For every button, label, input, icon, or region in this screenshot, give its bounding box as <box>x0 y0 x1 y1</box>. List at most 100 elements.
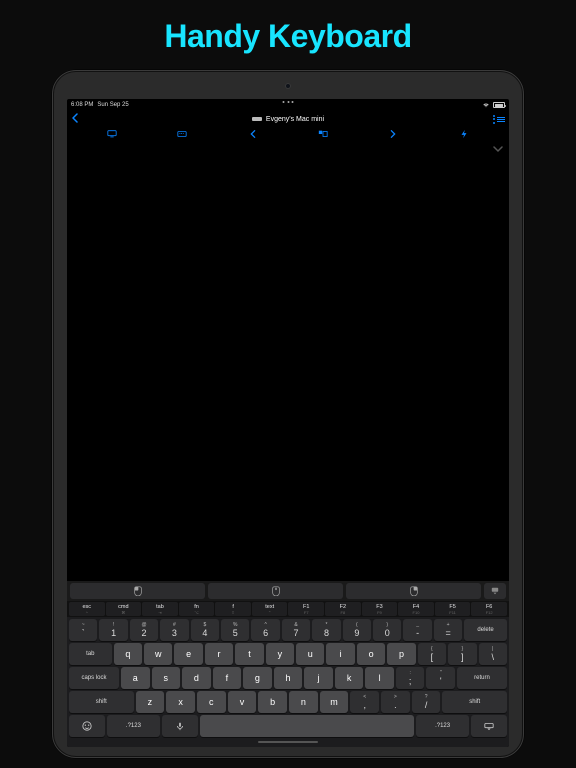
key-g[interactable]: g <box>243 667 272 689</box>
key-3[interactable]: #3 <box>160 619 188 641</box>
device-name: Evgeny's Mac mini <box>266 116 324 123</box>
key-v[interactable]: v <box>228 691 257 713</box>
key-.[interactable]: >. <box>381 691 410 713</box>
nav-title: Evgeny's Mac mini <box>252 116 324 123</box>
key-\[interactable]: |\ <box>479 643 507 665</box>
fn-key-f1[interactable]: F1F7 <box>288 602 324 616</box>
toolbar <box>67 127 509 141</box>
dismiss-keyboard-button[interactable] <box>484 583 506 599</box>
fn-key-f5[interactable]: F5F11 <box>435 602 471 616</box>
key--[interactable]: _- <box>403 619 431 641</box>
key-2[interactable]: @2 <box>130 619 158 641</box>
key-f[interactable]: f <box>213 667 242 689</box>
key-row-4: shiftzxcvbnm<,>.?/shift <box>69 691 507 713</box>
page-title: Handy Keyboard <box>0 0 576 55</box>
key-d[interactable]: d <box>182 667 211 689</box>
fn-key-f6[interactable]: F6F12 <box>471 602 507 616</box>
fn-key-cmd[interactable]: cmd⌘ <box>106 602 142 616</box>
key-5[interactable]: %5 <box>221 619 249 641</box>
key-capslock[interactable]: caps lock <box>69 667 119 689</box>
key-o[interactable]: o <box>357 643 385 665</box>
key-b[interactable]: b <box>258 691 287 713</box>
ipad-screen: 6:08 PM Sun Sep 25 Evgeny's Mac mini <box>67 99 509 747</box>
key-h[interactable]: h <box>274 667 303 689</box>
key-w[interactable]: w <box>144 643 172 665</box>
key-6[interactable]: ^6 <box>251 619 279 641</box>
key-k[interactable]: k <box>335 667 364 689</box>
key-9[interactable]: (9 <box>343 619 371 641</box>
key-a[interactable]: a <box>121 667 150 689</box>
key-'[interactable]: "' <box>426 667 455 689</box>
fn-key-f2[interactable]: F2F8 <box>325 602 361 616</box>
bolt-icon[interactable] <box>459 129 469 139</box>
status-more-icon[interactable] <box>283 101 294 103</box>
home-indicator <box>258 741 318 743</box>
key-j[interactable]: j <box>304 667 333 689</box>
ipad-camera <box>285 83 291 89</box>
list-menu-button[interactable] <box>493 115 505 124</box>
mouse-button-row <box>67 581 509 601</box>
fn-key-esc[interactable]: esc^ <box>69 602 105 616</box>
back-button[interactable] <box>71 113 79 126</box>
key-1[interactable]: !1 <box>99 619 127 641</box>
key-4[interactable]: $4 <box>191 619 219 641</box>
key-y[interactable]: y <box>266 643 294 665</box>
key-e[interactable]: e <box>174 643 202 665</box>
key-shift-right[interactable]: shift <box>442 691 507 713</box>
key-emoji[interactable] <box>69 715 105 737</box>
chevron-down-icon[interactable] <box>493 145 503 155</box>
fn-key-f4[interactable]: F4F10 <box>398 602 434 616</box>
key-0[interactable]: )0 <box>373 619 401 641</box>
status-time: 6:08 PM <box>71 102 93 108</box>
key-dictation[interactable] <box>162 715 198 737</box>
key-t[interactable]: t <box>235 643 263 665</box>
key-hide-keyboard[interactable] <box>471 715 507 737</box>
mouse-left-button[interactable] <box>70 583 205 599</box>
key-row-1: ~`!1@2#3$4%5^6&7*8(9)0_-+=delete <box>69 619 507 641</box>
key-s[interactable]: s <box>152 667 181 689</box>
macmini-icon <box>252 117 262 121</box>
key-i[interactable]: i <box>326 643 354 665</box>
key-][interactable]: }] <box>448 643 476 665</box>
key-`[interactable]: ~` <box>69 619 97 641</box>
key-m[interactable]: m <box>320 691 349 713</box>
next-icon[interactable] <box>388 129 398 139</box>
display-icon[interactable] <box>107 129 117 139</box>
windows-icon[interactable] <box>318 129 328 139</box>
ipad-device-frame: 6:08 PM Sun Sep 25 Evgeny's Mac mini <box>52 70 524 758</box>
keyboard-icon[interactable] <box>177 129 187 139</box>
key-delete[interactable]: delete <box>464 619 507 641</box>
key-q[interactable]: q <box>114 643 142 665</box>
key-,[interactable]: <, <box>350 691 379 713</box>
fn-key-f[interactable]: f⇧ <box>215 602 251 616</box>
fn-key-fn[interactable]: fn⌥ <box>179 602 215 616</box>
key-numtoggle-left[interactable]: .?123 <box>107 715 161 737</box>
fn-key-tab[interactable]: tab⇥ <box>142 602 178 616</box>
fn-key-text[interactable]: text⌃ <box>252 602 288 616</box>
fn-key-f3[interactable]: F3F9 <box>362 602 398 616</box>
key-n[interactable]: n <box>289 691 318 713</box>
key-8[interactable]: *8 <box>312 619 340 641</box>
prev-icon[interactable] <box>248 129 258 139</box>
mouse-middle-button[interactable] <box>208 583 343 599</box>
remote-screen-area[interactable] <box>67 141 509 581</box>
key-return[interactable]: return <box>457 667 507 689</box>
key-;[interactable]: :; <box>396 667 425 689</box>
key-7[interactable]: &7 <box>282 619 310 641</box>
key-l[interactable]: l <box>365 667 394 689</box>
key-tab[interactable]: tab <box>69 643 112 665</box>
key-numtoggle-right[interactable]: .?123 <box>416 715 470 737</box>
key-space[interactable] <box>200 715 414 737</box>
key-r[interactable]: r <box>205 643 233 665</box>
mouse-right-button[interactable] <box>346 583 481 599</box>
key-shift-left[interactable]: shift <box>69 691 134 713</box>
status-bar: 6:08 PM Sun Sep 25 <box>67 99 509 111</box>
key-z[interactable]: z <box>136 691 165 713</box>
key-c[interactable]: c <box>197 691 226 713</box>
key-x[interactable]: x <box>166 691 195 713</box>
key-=[interactable]: += <box>434 619 462 641</box>
key-/[interactable]: ?/ <box>412 691 441 713</box>
key-u[interactable]: u <box>296 643 324 665</box>
key-[[interactable]: {[ <box>418 643 446 665</box>
key-p[interactable]: p <box>387 643 415 665</box>
